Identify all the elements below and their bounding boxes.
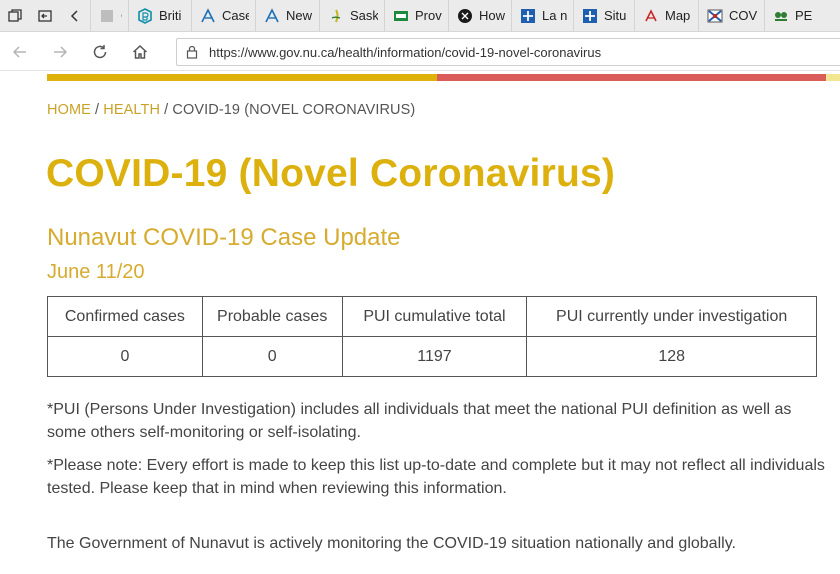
breadcrumb-current: COVID-19 (NOVEL CORONAVIRUS)	[172, 102, 416, 118]
manitoba-favicon	[393, 8, 409, 24]
header-stripe-pale	[826, 74, 840, 81]
home-icon[interactable]	[120, 33, 160, 71]
table-header-row: Confirmed cases Probable cases PUI cumul…	[47, 296, 817, 337]
table-row: 0 0 1197 128	[47, 336, 817, 377]
header-stripe-red	[437, 74, 826, 81]
tab[interactable]: How	[448, 0, 511, 31]
set-aside-tabs-icon[interactable]	[30, 0, 60, 31]
pei-favicon	[773, 8, 789, 24]
quebec-favicon	[582, 8, 598, 24]
alberta-favicon	[200, 7, 216, 24]
tab[interactable]: Briti	[128, 0, 191, 31]
scroll-tabs-left-icon[interactable]	[60, 0, 90, 31]
table-cell: 0	[47, 336, 203, 377]
breadcrumb: HOME / HEALTH / COVID-19 (NOVEL CORONAVI…	[47, 102, 415, 118]
pui-note: *PUI (Persons Under Investigation) inclu…	[47, 401, 792, 441]
tab-actions-icon[interactable]	[0, 0, 30, 31]
column-header: Probable cases	[201, 296, 343, 337]
breadcrumb-home-link[interactable]: HOME	[47, 102, 91, 118]
section-heading: Nunavut COVID-19 Case Update	[47, 224, 401, 251]
quebec-favicon	[520, 8, 536, 24]
tab[interactable]: Prov	[384, 0, 448, 31]
tab[interactable]: Map	[634, 0, 698, 31]
case-table: Confirmed cases Probable cases PUI cumul…	[47, 296, 817, 377]
address-bar[interactable]: https://www.gov.nu.ca/health/information…	[176, 38, 840, 66]
tab[interactable]: Cor	[90, 0, 128, 31]
sask-favicon	[328, 8, 344, 24]
column-header: PUI currently under investigation	[526, 296, 817, 337]
forward-icon[interactable]	[40, 33, 80, 71]
tab[interactable]: New	[255, 0, 319, 31]
update-date: June 11/20	[47, 261, 145, 283]
ns-favicon	[707, 8, 723, 24]
lock-icon	[185, 45, 199, 59]
page-title: COVID-19 (Novel Coronavirus)	[46, 152, 616, 195]
table-cell: 128	[526, 336, 817, 377]
header-stripe-gold	[47, 74, 437, 81]
tab[interactable]: Situ	[573, 0, 634, 31]
column-header: PUI cumulative total	[341, 296, 528, 337]
tab[interactable]: La n	[511, 0, 573, 31]
tab[interactable]: Sask	[319, 0, 384, 31]
disclaimer-note: *Please note: Every effort is made to ke…	[47, 457, 825, 497]
tab[interactable]: COV	[698, 0, 764, 31]
browser-toolbar: https://www.gov.nu.ca/health/information…	[0, 33, 840, 71]
alberta-favicon	[264, 7, 280, 24]
back-icon[interactable]	[0, 33, 40, 71]
tab-strip: Cor Briti Case New Sask Prov How La n Si…	[0, 0, 840, 32]
breadcrumb-separator: /	[90, 102, 104, 118]
breadcrumb-separator: /	[160, 102, 173, 118]
nb-favicon	[643, 8, 659, 24]
refresh-icon[interactable]	[80, 33, 120, 71]
breadcrumb-health-link[interactable]: HEALTH	[103, 102, 160, 118]
table-cell: 1197	[341, 336, 528, 377]
url-text: https://www.gov.nu.ca/health/information…	[209, 44, 602, 60]
page-content: HOME / HEALTH / COVID-19 (NOVEL CORONAVI…	[0, 72, 840, 574]
tab[interactable]: Case	[191, 0, 255, 31]
ontario-favicon	[457, 8, 473, 24]
monitoring-paragraph: The Government of Nunavut is actively mo…	[47, 535, 736, 552]
tab[interactable]: PE	[764, 0, 824, 31]
table-cell: 0	[201, 336, 343, 377]
tab-favicon	[99, 8, 115, 24]
bc-favicon	[137, 7, 153, 24]
column-header: Confirmed cases	[47, 296, 203, 337]
